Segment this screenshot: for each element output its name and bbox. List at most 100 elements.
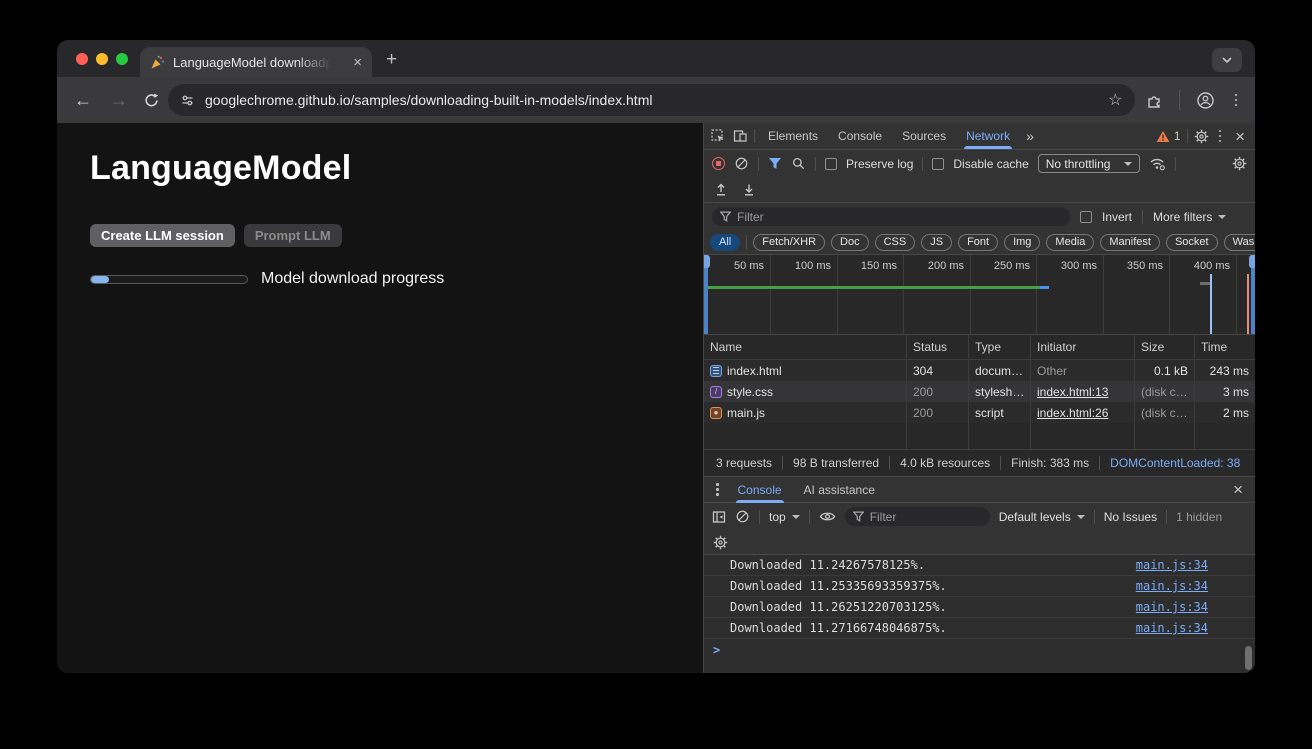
console-sidebar-toggle-icon[interactable] (712, 510, 726, 524)
inspect-element-icon[interactable] (710, 128, 726, 144)
column-name[interactable]: Name (704, 335, 907, 359)
log-levels-select[interactable]: Default levels (999, 510, 1085, 524)
create-llm-session-button[interactable]: Create LLM session (90, 224, 235, 247)
maximize-window-button[interactable] (116, 53, 128, 65)
disable-cache-checkbox[interactable] (932, 158, 944, 170)
bookmark-star-icon[interactable]: ☆ (1108, 90, 1122, 110)
reload-button[interactable] (143, 92, 160, 109)
more-filters-label: More filters (1153, 210, 1212, 224)
request-row-style-css[interactable]: / style.css 200 stylesh… index.html:13 (… (704, 381, 1255, 402)
chip-manifest[interactable]: Manifest (1100, 234, 1160, 251)
import-har-icon[interactable] (714, 182, 728, 197)
tab-close-icon[interactable]: × (353, 55, 362, 70)
drawer-tab-console[interactable]: Console (731, 477, 789, 503)
search-icon[interactable] (791, 156, 806, 171)
request-row-main-js[interactable]: ● main.js 200 script index.html:26 (disk… (704, 402, 1255, 423)
console-settings-icon[interactable] (713, 535, 728, 550)
chip-socket[interactable]: Socket (1166, 234, 1218, 251)
column-time[interactable]: Time (1195, 335, 1255, 359)
chip-img[interactable]: Img (1004, 234, 1040, 251)
toolbar-divider (759, 510, 760, 524)
chip-media[interactable]: Media (1046, 234, 1094, 251)
address-bar[interactable]: googlechrome.github.io/samples/downloadi… (168, 84, 1135, 116)
devtools-menu-icon[interactable] (1215, 130, 1226, 143)
warning-counter[interactable]: 1 (1156, 129, 1181, 143)
chip-css[interactable]: CSS (875, 234, 916, 251)
message-source-link[interactable]: main.js:34 (1136, 555, 1208, 575)
issues-counter[interactable]: No Issues (1104, 510, 1157, 524)
tab-console[interactable]: Console (831, 123, 889, 149)
browser-menu-icon[interactable] (1231, 94, 1242, 107)
column-status[interactable]: Status (907, 335, 969, 359)
overview-left-handle[interactable] (704, 255, 708, 334)
chip-font[interactable]: Font (958, 234, 998, 251)
browser-tab[interactable]: LanguageModel downloadpro × (140, 47, 372, 77)
console-prompt[interactable]: > (704, 639, 1255, 660)
column-size[interactable]: Size (1135, 335, 1195, 359)
network-filter-input-wrap[interactable] (712, 207, 1070, 226)
new-tab-button[interactable]: + (386, 49, 397, 71)
filter-funnel-icon[interactable] (768, 157, 782, 170)
chip-all[interactable]: All (710, 234, 740, 251)
devtools-close-icon[interactable]: × (1231, 128, 1249, 145)
more-tabs-icon[interactable]: » (1023, 128, 1037, 144)
export-har-icon[interactable] (742, 182, 756, 197)
profile-icon[interactable] (1196, 91, 1215, 110)
minimize-window-button[interactable] (96, 53, 108, 65)
console-filter-input-wrap[interactable] (845, 507, 990, 526)
drawer-menu-icon[interactable] (712, 483, 723, 496)
network-overview-timeline[interactable]: 50 ms 100 ms 150 ms 200 ms 250 ms 300 ms… (704, 255, 1255, 335)
tab-network[interactable]: Network (959, 123, 1017, 149)
message-source-link[interactable]: main.js:34 (1136, 597, 1208, 617)
message-source-link[interactable]: main.js:34 (1136, 618, 1208, 638)
request-row-index-html[interactable]: index.html 304 docum… Other 0.1 kB 243 m… (704, 360, 1255, 381)
warning-count: 1 (1174, 129, 1181, 143)
close-window-button[interactable] (76, 53, 88, 65)
throttling-select[interactable]: No throttling (1038, 154, 1141, 173)
network-settings-icon[interactable] (1232, 156, 1247, 171)
back-button[interactable]: ← (71, 90, 95, 111)
javascript-context-select[interactable]: top (769, 510, 800, 524)
drawer-tab-ai-assistance[interactable]: AI assistance (797, 477, 882, 503)
clear-console-icon[interactable] (735, 509, 750, 524)
live-expression-eye-icon[interactable] (819, 510, 836, 523)
devtools-settings-icon[interactable] (1194, 129, 1209, 144)
tab-elements[interactable]: Elements (761, 123, 825, 149)
tab-search-button[interactable] (1212, 48, 1242, 72)
chip-doc[interactable]: Doc (831, 234, 869, 251)
record-network-log-button[interactable] (712, 157, 725, 170)
initiator-link[interactable]: index.html:26 (1037, 406, 1108, 420)
toolbar-divider (1094, 510, 1095, 524)
toolbar-divider (746, 235, 747, 249)
timeline-tick: 50 ms (706, 260, 764, 272)
preserve-log-checkbox[interactable] (825, 158, 837, 170)
clear-network-log-icon[interactable] (734, 156, 749, 171)
drawer-close-icon[interactable]: × (1229, 481, 1247, 498)
browser-toolbar: ← → googlechrome.github.io/samples/downl… (57, 77, 1255, 123)
chip-js[interactable]: JS (921, 234, 952, 251)
initiator-link[interactable]: index.html:13 (1037, 385, 1108, 399)
network-filter-input[interactable] (737, 210, 1062, 224)
invert-filter-checkbox[interactable] (1080, 211, 1092, 223)
drawer-scrollbar-thumb[interactable] (1245, 646, 1252, 670)
message-source-link[interactable]: main.js:34 (1136, 576, 1208, 596)
forward-button[interactable]: → (107, 90, 131, 111)
column-type[interactable]: Type (969, 335, 1031, 359)
timeline-tick: 150 ms (839, 260, 897, 272)
site-settings-icon[interactable] (180, 93, 195, 108)
tab-sources[interactable]: Sources (895, 123, 953, 149)
console-filter-input[interactable] (870, 510, 982, 524)
url-text[interactable]: googlechrome.github.io/samples/downloadi… (205, 92, 1098, 108)
hidden-messages-count[interactable]: 1 hidden (1176, 510, 1222, 524)
chip-wasm[interactable]: Wasm (1224, 234, 1255, 251)
request-type-chips: All Fetch/XHR Doc CSS JS Font Img Media … (704, 230, 1255, 255)
request-name: main.js (727, 406, 765, 420)
column-initiator[interactable]: Initiator (1031, 335, 1135, 359)
device-toolbar-icon[interactable] (732, 128, 748, 144)
overview-right-handle[interactable] (1251, 255, 1255, 334)
network-conditions-icon[interactable] (1149, 156, 1166, 171)
prompt-llm-button[interactable]: Prompt LLM (244, 224, 342, 247)
chip-fetch-xhr[interactable]: Fetch/XHR (753, 234, 825, 251)
extensions-icon[interactable] (1145, 91, 1163, 109)
more-filters-button[interactable]: More filters (1153, 210, 1226, 224)
